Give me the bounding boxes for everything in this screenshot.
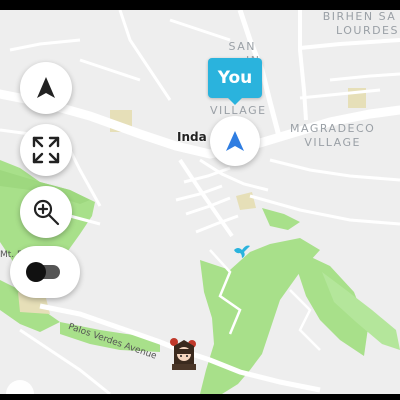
avatar-marker-icon[interactable] (166, 336, 202, 372)
you-badge: You (208, 58, 262, 105)
top-frame-bar (0, 0, 400, 10)
fullscreen-button[interactable] (20, 124, 72, 176)
place-label-magradeco: MAGRADECO VILLAGE (290, 122, 375, 150)
bird-icon (234, 245, 250, 258)
city-label: Inda (177, 130, 207, 144)
fullscreen-icon (32, 136, 60, 164)
place-label-san-line1: SAN (228, 40, 256, 53)
toggle-track (26, 262, 60, 282)
place-label-birhen-line2: LOURDES (336, 24, 399, 37)
place-label-magradeco-line2: VILLAGE (304, 136, 361, 149)
zoom-in-button[interactable] (20, 186, 72, 238)
place-label-birhen: BIRHEN SA LOURDES (320, 10, 399, 38)
toggle-switch[interactable] (10, 246, 80, 298)
place-label-magradeco-line1: MAGRADECO (290, 122, 376, 135)
navigation-arrow-blue-icon (226, 131, 244, 151)
zoom-in-icon (33, 199, 60, 226)
locate-button[interactable] (20, 62, 72, 114)
toggle-knob (26, 262, 46, 282)
place-label-village-text: VILLAGE (210, 104, 267, 117)
you-badge-label: You (217, 68, 253, 88)
bottom-frame-bar (0, 394, 400, 400)
map-viewport: SAN IN VILLAGE BIRHEN SA LOURDES MAGRADE… (0, 0, 400, 400)
user-location-marker[interactable] (210, 116, 260, 166)
place-label-birhen-line1: BIRHEN SA (322, 10, 397, 23)
navigation-arrow-icon (37, 77, 55, 98)
